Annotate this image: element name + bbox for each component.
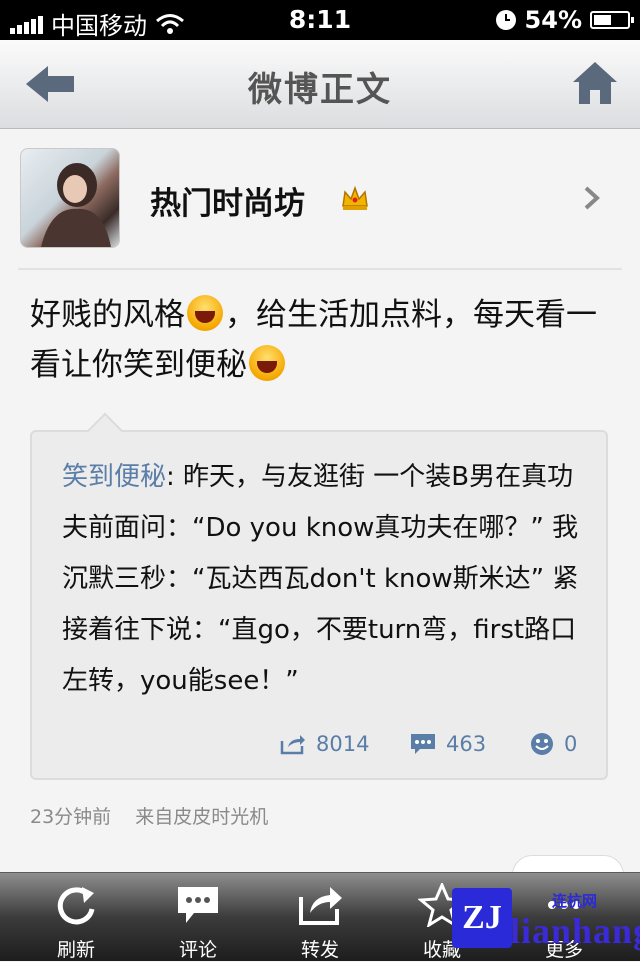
refresh-icon — [57, 887, 95, 925]
battery-percent: 54% — [524, 6, 582, 34]
watermark-logo: ZJ 连杭网 lianhang — [452, 880, 640, 958]
retweet-text: 笑到便秘: 昨天，与友逛街 一个装B男在真功夫前面问：“Do you know真… — [62, 452, 582, 707]
repost-icon — [280, 735, 305, 755]
crown-icon — [342, 185, 368, 210]
post-text: 好贱的风格 ，给生活加点料，每天看一看让你笑到便秘 — [30, 290, 610, 390]
tab-label: 转发 — [300, 939, 339, 961]
avatar[interactable] — [20, 148, 120, 248]
like-stat[interactable]: 0 — [530, 732, 577, 756]
repost-count: 8014 — [316, 732, 370, 756]
watermark-badge: ZJ — [452, 888, 512, 948]
laugh-emoji-icon — [249, 345, 285, 381]
tab-repost[interactable]: 转发 — [256, 873, 384, 961]
retweet-author[interactable]: 笑到便秘 — [62, 462, 166, 492]
retweet-card[interactable]: 笑到便秘: 昨天，与友逛街 一个装B男在真功夫前面问：“Do you know真… — [30, 412, 608, 780]
tab-comment[interactable]: 评论 — [134, 873, 262, 961]
retweet-body: : 昨天，与友逛街 一个装B男在真功夫前面问：“Do you know真功夫在哪… — [62, 462, 579, 696]
username: 热门时尚坊 — [150, 186, 305, 222]
page-title: 微博正文 — [248, 70, 392, 110]
post-time: 23分钟前 — [30, 806, 112, 828]
tab-refresh[interactable]: 刷新 — [12, 873, 140, 961]
comment-icon — [411, 734, 435, 754]
post-meta: 23分钟前 来自皮皮时光机 — [30, 802, 292, 829]
comment-stat[interactable]: 463 — [410, 732, 486, 756]
share-icon — [299, 887, 342, 925]
like-count: 0 — [564, 732, 578, 756]
post-source[interactable]: 来自皮皮时光机 — [135, 806, 268, 828]
divider — [18, 268, 622, 270]
post-text-part1: 好贱的风格 — [30, 297, 185, 333]
watermark-text: lianhang — [510, 911, 640, 951]
retweet-stats: 8014 463 0 — [32, 732, 606, 768]
smiley-icon — [531, 733, 553, 755]
laugh-emoji-icon — [187, 295, 223, 331]
tab-label: 评论 — [178, 939, 217, 961]
comment-count: 463 — [446, 732, 487, 756]
user-row[interactable]: 热门时尚坊 — [20, 148, 620, 248]
battery-icon — [590, 11, 634, 29]
nav-bar: 微博正文 — [0, 40, 640, 129]
repost-stat[interactable]: 8014 — [280, 732, 369, 756]
chevron-right-icon[interactable] — [582, 184, 602, 212]
status-bar: 中国移动 8:11 54% — [0, 0, 640, 40]
watermark-small-text: 连杭网 — [552, 892, 598, 910]
clock-icon — [495, 10, 516, 30]
tab-label: 刷新 — [56, 939, 95, 961]
home-icon[interactable] — [570, 58, 620, 108]
comment-icon — [178, 887, 218, 923]
